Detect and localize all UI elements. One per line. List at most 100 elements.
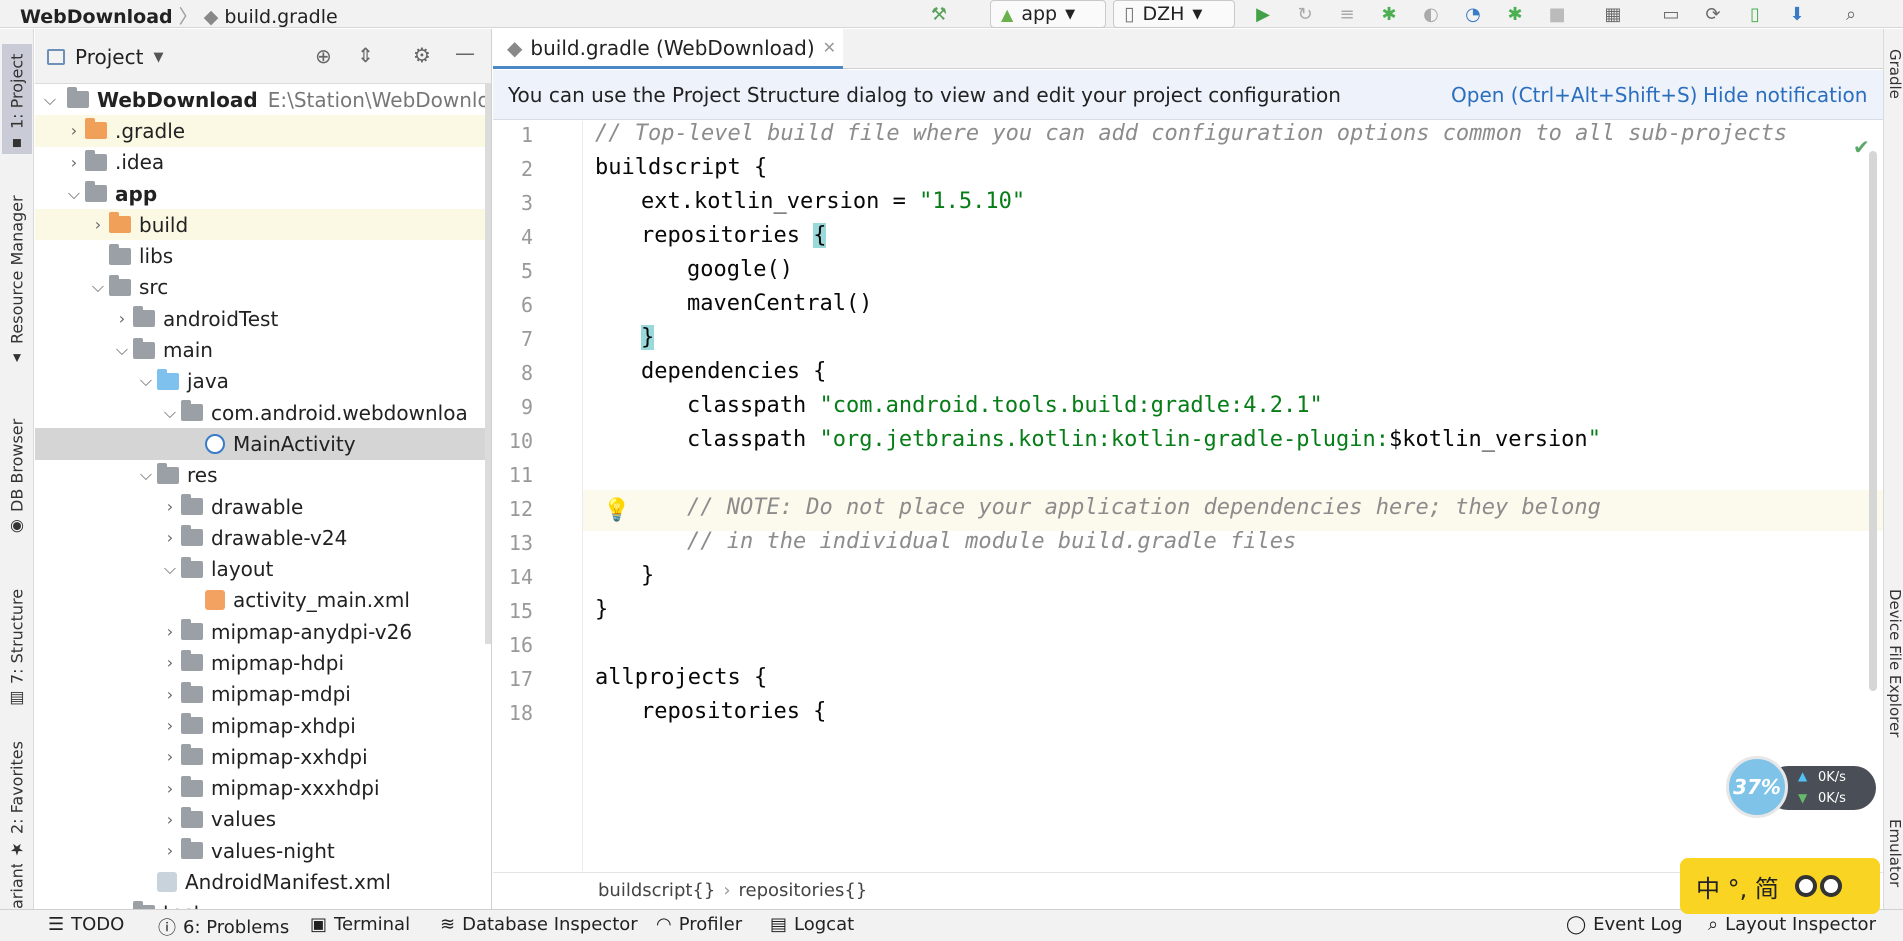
chevron-right-icon[interactable]: › (111, 309, 133, 328)
chevron-down-icon[interactable]: ⌵ (135, 371, 157, 391)
run-config-select[interactable]: ▲ app ▼ (990, 0, 1106, 28)
tree-item[interactable]: AndroidManifest.xml (35, 866, 491, 897)
chevron-down-icon[interactable]: ▼ (153, 50, 163, 65)
tree-item[interactable]: ⌵ com.android.webdownloa (35, 397, 491, 428)
profile-icon[interactable]: ◔ (1462, 4, 1484, 25)
tab-device-file-explorer[interactable]: Device File Explorer (1884, 589, 1903, 737)
collapse-all-icon[interactable]: ⇕ (357, 43, 374, 67)
chevron-down-icon[interactable]: ⌵ (111, 340, 133, 360)
tree-item[interactable]: › build (35, 209, 491, 241)
debug-attach-icon[interactable]: ✱ (1504, 4, 1526, 25)
chevron-right-icon[interactable]: › (159, 716, 181, 735)
debug-icon[interactable]: ✱ (1378, 4, 1400, 25)
chevron-right-icon[interactable]: › (87, 215, 109, 234)
tree-item[interactable]: ⌵ app (35, 178, 491, 209)
chevron-right-icon[interactable]: › (159, 497, 181, 516)
tree-item[interactable]: › values-night (35, 835, 491, 866)
tab-gradle[interactable]: Gradle (1884, 49, 1903, 99)
tab-build-gradle[interactable]: ◆ build.gradle (WebDownload) ✕ (493, 29, 843, 69)
tab-build-variants[interactable]: ariants (2, 864, 32, 909)
tree-item[interactable]: activity_main.xml (35, 585, 491, 616)
tree-item[interactable]: ⌵ src (35, 272, 491, 303)
chevron-down-icon[interactable]: ⌵ (63, 184, 85, 204)
device-select[interactable]: ▯ DZH ▼ (1113, 0, 1235, 28)
chevron-right-icon[interactable]: › (159, 747, 181, 766)
tree-root[interactable]: ⌵ WebDownload E:\Station\WebDownloa (35, 84, 491, 115)
chevron-right-icon[interactable]: › (159, 653, 181, 672)
tree-item[interactable]: › mipmap-hdpi (35, 647, 491, 678)
hide-notification-link[interactable]: Hide notification (1703, 83, 1867, 107)
chevron-right-icon[interactable]: › (63, 121, 85, 140)
tab-structure[interactable]: ▤ 7: Structure (2, 569, 32, 709)
tab-todo[interactable]: ☰ TODO (48, 914, 124, 935)
breadcrumb-buildscript[interactable]: buildscript{} (598, 880, 715, 901)
tree-item[interactable]: › androidTest (35, 303, 491, 334)
tree-item[interactable]: ⌵ res (35, 460, 491, 491)
chevron-down-icon[interactable]: ⌵ (135, 465, 157, 485)
breadcrumb-project[interactable]: WebDownload (20, 6, 173, 28)
network-monitor-widget[interactable]: 37% 0K/s 0K/s ▲ ▼ (1726, 756, 1876, 818)
attach-debugger-icon[interactable]: ◐ (1420, 4, 1442, 25)
run-icon[interactable]: ▶ (1252, 4, 1274, 25)
chevron-right-icon[interactable]: › (159, 528, 181, 547)
tree-item[interactable]: ⌵ main (35, 334, 491, 365)
tree-item[interactable]: › drawable (35, 491, 491, 522)
sdk-manager-icon[interactable]: ⬇ (1786, 4, 1808, 25)
tab-db-browser[interactable]: ◉ DB Browser (2, 397, 32, 537)
tree-item[interactable]: › mipmap-xxxhdpi (35, 773, 491, 804)
tab-emulator[interactable]: Emulator (1884, 819, 1903, 887)
search-icon[interactable]: ⌕ (1840, 4, 1862, 25)
tree-item[interactable]: › mipmap-xxhdpi (35, 741, 491, 772)
hide-panel-icon[interactable]: — (455, 41, 475, 65)
chevron-down-icon[interactable]: ⌵ (87, 277, 109, 297)
tab-problems[interactable]: ⓘ 6: Problems (158, 914, 289, 940)
breadcrumb-file[interactable]: build.gradle (224, 6, 337, 28)
tree-item[interactable]: › .idea (35, 147, 491, 178)
device-manager-icon[interactable]: ▯ (1744, 4, 1766, 25)
chevron-down-icon[interactable]: ⌵ (159, 403, 181, 423)
stop-icon[interactable]: ■ (1546, 4, 1568, 25)
tree-item[interactable]: › mipmap-mdpi (35, 679, 491, 710)
tab-project[interactable]: ▪ 1: Project (2, 44, 32, 154)
editor-scrollbar[interactable] (1869, 151, 1877, 691)
ime-toolbar[interactable]: 中 °, 简 (1680, 858, 1880, 914)
code-editor[interactable]: 1 2 3 4 5 6 7 8 9 10 11 12 13 14 15 16 17 18 // Top-level… (493, 121, 1883, 871)
apply-changes-icon[interactable]: ↻ (1294, 4, 1316, 25)
chevron-right-icon[interactable]: › (159, 810, 181, 829)
tree-item[interactable]: › values (35, 804, 491, 835)
tree-item[interactable]: ⌵ java (35, 366, 491, 397)
close-icon[interactable]: ✕ (823, 38, 836, 57)
tab-logcat[interactable]: ▤ Logcat (770, 914, 854, 935)
locate-icon[interactable]: ⊕ (315, 44, 332, 68)
tree-item[interactable]: › drawable-v24 (35, 522, 491, 553)
tab-terminal[interactable]: ▣ Terminal (310, 914, 410, 935)
open-project-structure-link[interactable]: Open (Ctrl+Alt+Shift+S) (1451, 83, 1697, 107)
tree-scrollbar[interactable] (485, 84, 491, 644)
gear-icon[interactable]: ⚙ (413, 43, 431, 67)
tree-item[interactable]: › mipmap-xhdpi (35, 710, 491, 741)
tab-database-inspector[interactable]: ≋ Database Inspector (440, 914, 638, 935)
tab-layout-inspector[interactable]: ⌕ Layout Inspector (1708, 914, 1876, 935)
project-view-label[interactable]: Project (75, 45, 143, 69)
chevron-right-icon[interactable]: › (159, 841, 181, 860)
chevron-right-icon[interactable]: › (159, 779, 181, 798)
tab-profiler[interactable]: ◠ Profiler (656, 914, 742, 935)
tree-item[interactable]: ›test (35, 898, 491, 909)
avd-manager-icon[interactable]: ▭ (1660, 4, 1682, 25)
sync-gradle-icon[interactable]: ⟳ (1702, 4, 1724, 25)
tab-favorites[interactable]: ★ 2: Favorites (2, 729, 32, 859)
tree-item[interactable]: ⌵ layout (35, 553, 491, 584)
chevron-right-icon[interactable]: › (63, 153, 85, 172)
lightbulb-icon[interactable]: 💡 (603, 498, 630, 523)
tree-item[interactable]: libs (35, 240, 491, 271)
chevron-right-icon[interactable]: › (159, 622, 181, 641)
project-structure-icon[interactable]: ▦ (1602, 4, 1624, 25)
tree-item[interactable]: › .gradle (35, 115, 491, 147)
tree-item[interactable]: MainActivity (35, 428, 491, 460)
tab-resource-manager[interactable]: ▴ Resource Manager (2, 179, 32, 369)
apply-code-changes-icon[interactable]: ≡ (1336, 4, 1358, 25)
chevron-right-icon[interactable]: › (159, 685, 181, 704)
breadcrumb-repositories[interactable]: repositories{} (739, 880, 868, 901)
tab-event-log[interactable]: ◯ Event Log (1566, 914, 1683, 935)
tree-item[interactable]: › mipmap-anydpi-v26 (35, 616, 491, 647)
